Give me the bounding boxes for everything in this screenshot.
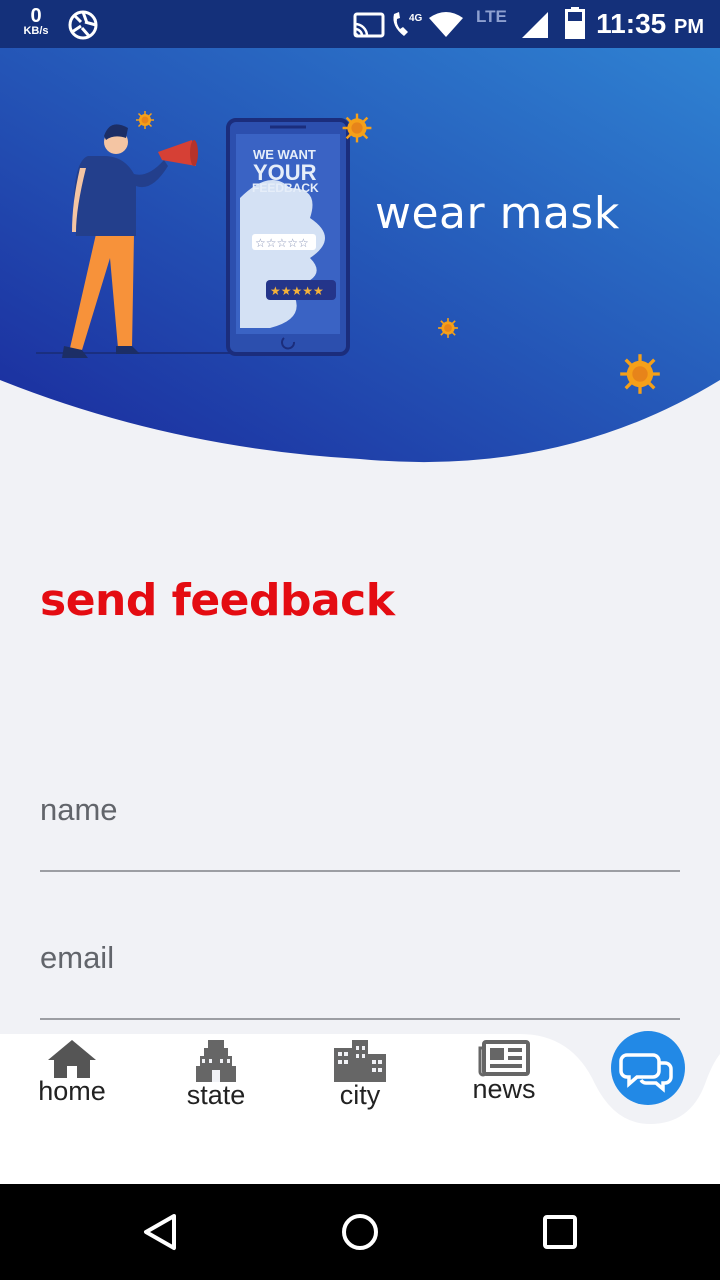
- net-speed: 0 KB/s: [18, 6, 54, 37]
- hero-title: wear mask: [375, 188, 620, 239]
- nav-state-label: state: [186, 1080, 246, 1110]
- name-field[interactable]: name: [40, 792, 680, 872]
- nav-city[interactable]: city: [300, 1034, 420, 1111]
- cast-icon: [353, 12, 385, 38]
- net-type-label: 4G: [409, 13, 423, 24]
- wifi-call-icon: 4G: [393, 12, 423, 36]
- illustration-text-3: FEEDBACK: [252, 181, 319, 195]
- system-navigation-bar: [0, 1184, 720, 1280]
- lte-label: LTE: [476, 7, 507, 26]
- newspaper-icon: [478, 1040, 530, 1077]
- aperture-icon: [68, 10, 98, 40]
- nav-news-label: news: [472, 1074, 536, 1104]
- hero-banner: WE WANT YOUR FEEDBACK ☆☆☆☆☆ ★★★★★: [0, 48, 720, 463]
- email-field-label: email: [40, 940, 115, 975]
- svg-text:★★★★★: ★★★★★: [270, 284, 324, 298]
- clock: 11:35 PM: [596, 8, 704, 40]
- signal-icon: [522, 12, 548, 38]
- email-field[interactable]: email: [40, 940, 680, 1020]
- net-speed-value: 0: [30, 5, 42, 27]
- status-bar: 0 KB/s 4G LTE 11:35 PM: [0, 0, 720, 48]
- nav-home-label: home: [38, 1076, 106, 1106]
- net-speed-unit: KB/s: [23, 25, 49, 37]
- chat-icon: [619, 1053, 673, 1093]
- home-circle-icon[interactable]: [340, 1212, 380, 1252]
- chat-fab-button[interactable]: [611, 1031, 685, 1105]
- nav-news[interactable]: news: [444, 1034, 564, 1105]
- wifi-icon: [429, 12, 463, 37]
- temple-icon: [196, 1040, 236, 1082]
- clock-time: 11:35: [596, 8, 667, 39]
- nav-city-label: city: [339, 1080, 381, 1110]
- name-field-label: name: [40, 792, 118, 827]
- nav-home[interactable]: home: [12, 1034, 132, 1107]
- city-icon: [334, 1040, 386, 1082]
- phone-illustration: WE WANT YOUR FEEDBACK ☆☆☆☆☆ ★★★★★: [226, 118, 350, 356]
- clock-ampm: PM: [674, 16, 704, 38]
- home-icon: [48, 1040, 96, 1078]
- feedback-heading: send feedback: [40, 575, 395, 626]
- svg-text:☆☆☆☆☆: ☆☆☆☆☆: [255, 236, 309, 250]
- back-icon[interactable]: [140, 1212, 180, 1252]
- battery-icon: [565, 7, 585, 39]
- nav-state[interactable]: state: [156, 1034, 276, 1111]
- recents-icon[interactable]: [542, 1214, 578, 1250]
